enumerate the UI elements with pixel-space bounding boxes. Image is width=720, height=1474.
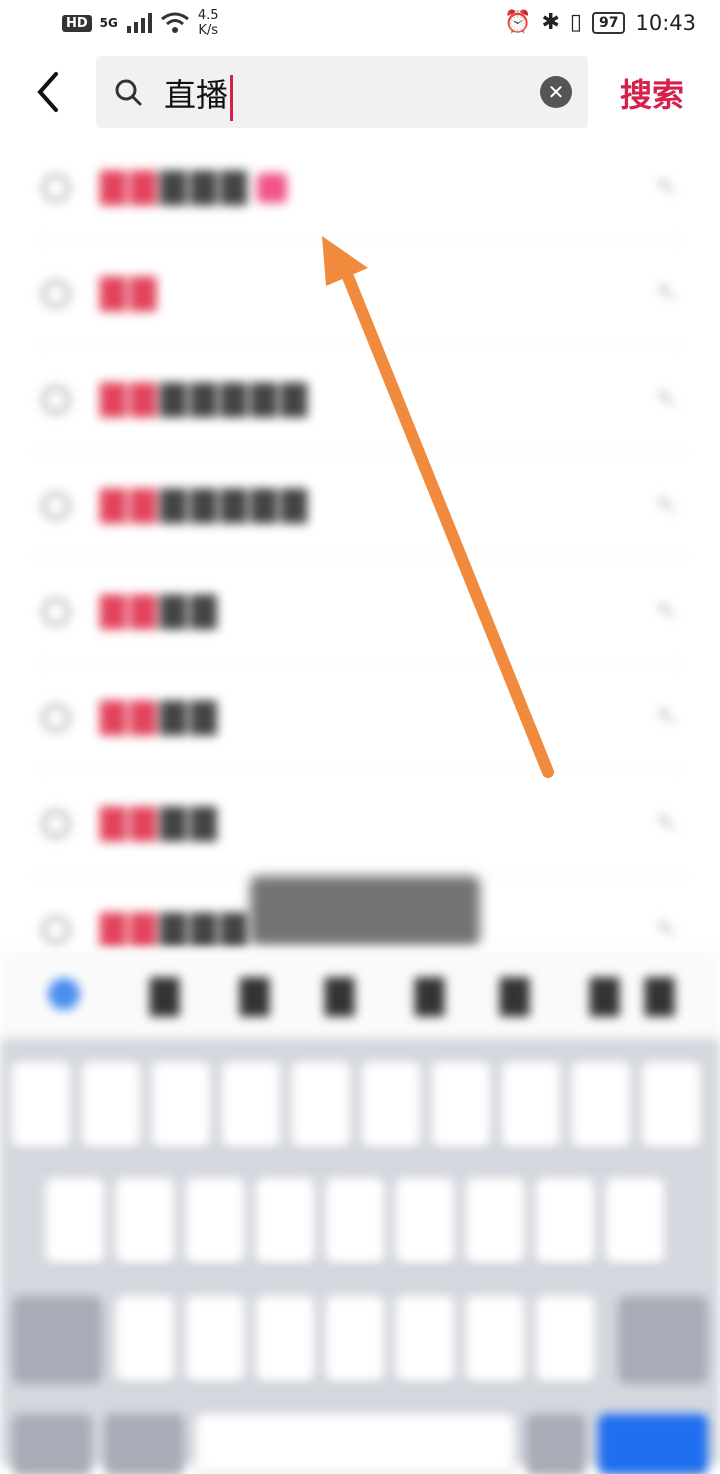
keyboard-key[interactable] xyxy=(152,1062,210,1148)
candidate-word[interactable]: ▇ xyxy=(415,972,444,1016)
search-query-text[interactable]: 直播 xyxy=(164,70,234,121)
text-caret xyxy=(230,74,234,121)
fill-arrow-icon[interactable]: ↖ xyxy=(656,702,678,732)
keyboard-key[interactable] xyxy=(466,1296,524,1382)
symbols-key[interactable] xyxy=(12,1414,92,1474)
candidate-word[interactable]: ▇ xyxy=(240,972,269,1016)
search-icon xyxy=(42,810,70,838)
search-input[interactable]: 直播 ✕ xyxy=(96,56,588,128)
language-key[interactable] xyxy=(104,1414,184,1474)
backspace-key[interactable] xyxy=(618,1296,708,1382)
keyboard-key[interactable] xyxy=(326,1178,384,1264)
keyboard-key[interactable] xyxy=(466,1178,524,1264)
fill-arrow-icon[interactable]: ↖ xyxy=(656,914,678,944)
keyboard-key[interactable] xyxy=(186,1178,244,1264)
keyboard-key[interactable] xyxy=(502,1062,560,1148)
list-item[interactable]: ▇▇▇▇▇ ↖ xyxy=(36,134,684,240)
search-icon xyxy=(42,916,70,944)
clear-icon[interactable]: ✕ xyxy=(540,76,572,108)
suggestion-list: ▇▇▇▇▇ ↖ ▇▇ ↖ ▇▇▇▇▇▇▇ ↖ ▇▇▇▇▇▇▇ ↖ ▇▇▇▇ ↖ ▇▇▇▇ ↖… xyxy=(0,134,720,982)
candidate-word[interactable]: ▇ xyxy=(500,972,529,1016)
keyboard-key[interactable] xyxy=(396,1178,454,1264)
keyboard-candidate-bar: ▇ ▇ ▇ ▇ ▇ ▇ ▇ xyxy=(0,950,720,1038)
enter-key[interactable] xyxy=(598,1414,708,1474)
back-arrow-icon[interactable] xyxy=(30,70,70,114)
search-icon xyxy=(42,704,70,732)
keyboard-key[interactable] xyxy=(256,1296,314,1382)
soft-keyboard xyxy=(0,1038,720,1474)
keyboard-key[interactable] xyxy=(46,1178,104,1264)
keyboard-key[interactable] xyxy=(256,1178,314,1264)
search-icon xyxy=(42,598,70,626)
list-item[interactable]: ▇▇ ↖ xyxy=(36,240,684,346)
candidate-word[interactable]: ▇ xyxy=(150,972,179,1016)
keyboard-key[interactable] xyxy=(642,1062,700,1148)
punctuation-key[interactable] xyxy=(526,1414,586,1474)
search-icon xyxy=(42,280,70,308)
list-item[interactable]: ▇▇▇▇▇▇▇ ↖ xyxy=(36,452,684,558)
shift-key[interactable] xyxy=(12,1296,102,1382)
space-key[interactable] xyxy=(196,1414,514,1474)
keyboard-key[interactable] xyxy=(292,1062,350,1148)
list-item[interactable]: ▇▇▇▇ ↖ xyxy=(36,664,684,770)
search-icon xyxy=(42,386,70,414)
keyboard-key[interactable] xyxy=(362,1062,420,1148)
search-icon xyxy=(42,492,70,520)
search-icon xyxy=(115,79,142,106)
status-bar: HD 5G 4.5 K/s ⏰ ✱ ▯ 97 10:43 xyxy=(0,0,720,48)
alarm-icon: ⏰ xyxy=(504,10,532,35)
list-item[interactable]: ▇▇▇▇▇▇▇ ↖ xyxy=(36,346,684,452)
clock: 10:43 xyxy=(635,10,696,35)
fill-arrow-icon[interactable]: ↖ xyxy=(656,172,678,202)
fill-arrow-icon[interactable]: ↖ xyxy=(656,596,678,626)
keyboard-key[interactable] xyxy=(326,1296,384,1382)
toast xyxy=(250,876,480,946)
candidate-word[interactable]: ▇ xyxy=(645,972,674,1016)
battery-indicator: 97 xyxy=(591,11,626,34)
candidate-word[interactable]: ▇ xyxy=(590,972,619,1016)
keyboard-key[interactable] xyxy=(116,1178,174,1264)
vibrate-icon: ▯ xyxy=(569,10,582,35)
keyboard-key[interactable] xyxy=(536,1296,594,1382)
keyboard-key[interactable] xyxy=(396,1296,454,1382)
keyboard-key[interactable] xyxy=(432,1062,490,1148)
keyboard-key[interactable] xyxy=(572,1062,630,1148)
fill-arrow-icon[interactable]: ↖ xyxy=(656,278,678,308)
fill-arrow-icon[interactable]: ↖ xyxy=(656,808,678,838)
search-icon xyxy=(42,174,70,202)
list-item[interactable]: ▇▇▇▇ ↖ xyxy=(36,770,684,876)
hd-badge: HD xyxy=(62,14,92,32)
keyboard-key[interactable] xyxy=(12,1062,70,1148)
network-speed: 4.5 K/s xyxy=(197,8,219,38)
search-button[interactable]: 搜索 xyxy=(620,70,684,116)
keyboard-key[interactable] xyxy=(82,1062,140,1148)
ime-logo-icon[interactable] xyxy=(48,978,80,1010)
search-header: 直播 ✕ 搜索 xyxy=(0,56,720,128)
candidate-word[interactable]: ▇ xyxy=(325,972,354,1016)
bluetooth-icon: ✱ xyxy=(541,10,560,35)
keyboard-key[interactable] xyxy=(222,1062,280,1148)
list-item[interactable]: ▇▇▇▇ ↖ xyxy=(36,558,684,664)
fill-arrow-icon[interactable]: ↖ xyxy=(656,384,678,414)
fill-arrow-icon[interactable]: ↖ xyxy=(656,490,678,520)
wifi-icon xyxy=(160,12,189,33)
signal-icon xyxy=(126,13,152,33)
keyboard-key[interactable] xyxy=(536,1178,594,1264)
keyboard-key[interactable] xyxy=(606,1178,664,1264)
keyboard-key[interactable] xyxy=(116,1296,174,1382)
keyboard-key[interactable] xyxy=(186,1296,244,1382)
signal-label: 5G xyxy=(99,16,118,30)
